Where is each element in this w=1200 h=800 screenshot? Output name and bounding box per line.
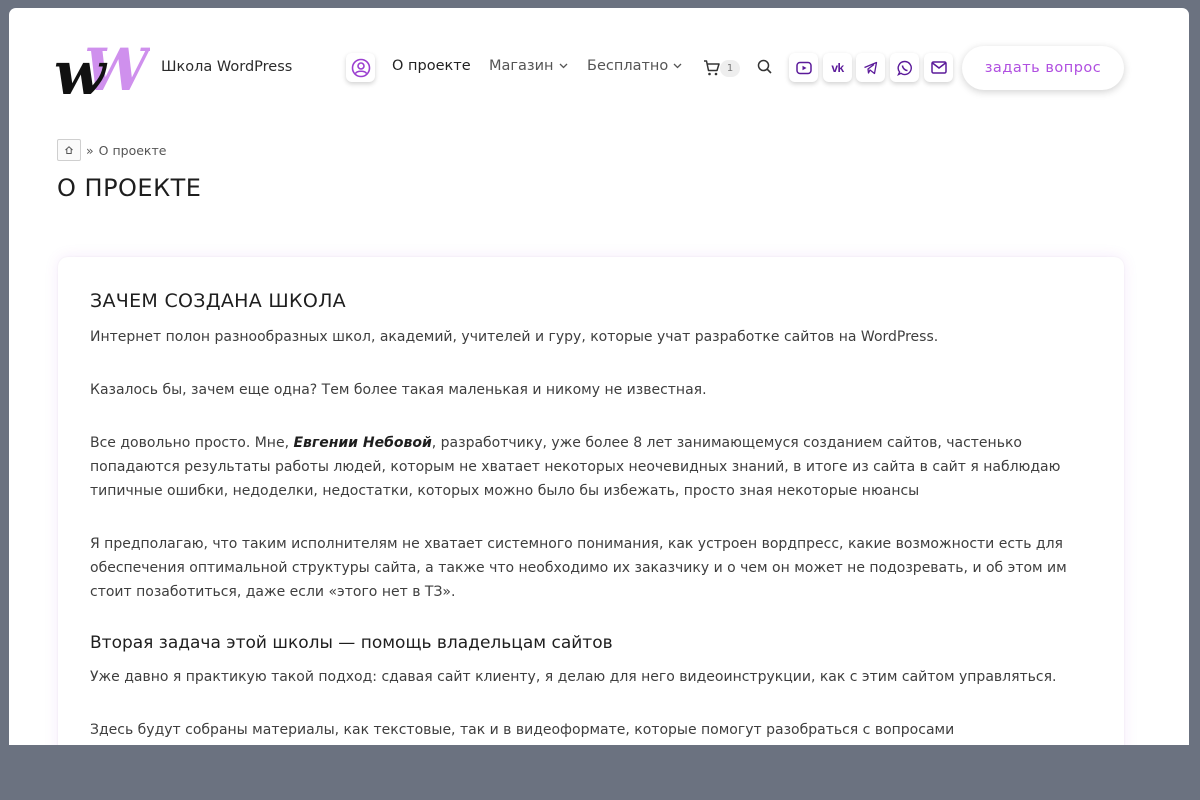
page-title: О ПРОЕКТЕ [57,174,202,202]
ask-question-button[interactable]: задать вопрос [962,46,1124,90]
content-card: ЗАЧЕМ СОЗДАНА ШКОЛА Интернет полон разно… [58,257,1124,745]
paragraph-text: Все довольно просто. Мне, [90,435,294,451]
search-icon[interactable] [757,59,773,79]
breadcrumb-separator: » [86,142,94,158]
user-account-icon[interactable] [346,53,375,82]
paragraph: Интернет полон разнообразных школ, акаде… [90,329,939,345]
nav-item-about[interactable]: О проекте [392,58,471,74]
telegram-icon[interactable] [856,53,885,82]
nav-item-label: Магазин [489,58,554,74]
whatsapp-icon[interactable] [890,53,919,82]
browser-window: W w Школа WordPress О проекте Магазин Бе… [9,8,1189,745]
author-name: Евгении Небовой [293,435,432,451]
mail-icon[interactable] [924,53,953,82]
breadcrumb-current: О проекте [98,142,167,158]
svg-text:w: w [54,39,108,100]
site-logo[interactable]: W w [54,36,154,109]
cart-count-badge: 1 [720,60,740,77]
site-name[interactable]: Школа WordPress [161,59,292,75]
section-heading: ЗАЧЕМ СОЗДАНА ШКОЛА [90,290,346,312]
paragraph: Здесь будут собраны материалы, как текст… [90,722,955,738]
nav-item-label: О проекте [392,58,471,74]
paragraph: Все довольно просто. Мне, Евгении Небово… [90,431,1090,503]
paragraph: Казалось бы, зачем еще одна? Тем более т… [90,382,707,398]
home-icon[interactable] [57,139,81,161]
nav-item-shop[interactable]: Магазин [489,58,568,74]
section-subheading: Вторая задача этой школы — помощь владел… [90,633,613,653]
paragraph: Я предполагаю, что таким исполнителям не… [90,536,1067,600]
chevron-down-icon [559,63,567,69]
site-header: W w Школа WordPress О проекте Магазин Бе… [9,8,1189,128]
vk-icon[interactable]: vk [823,53,852,82]
nav-item-free[interactable]: Бесплатно [587,58,682,74]
chevron-down-icon [673,63,682,69]
youtube-icon[interactable] [789,53,818,82]
cart-icon[interactable] [703,59,721,81]
nav-item-label: Бесплатно [587,58,669,74]
breadcrumb: » О проекте [57,139,166,161]
paragraph: Уже давно я практикую такой подход: сдав… [90,669,1057,685]
